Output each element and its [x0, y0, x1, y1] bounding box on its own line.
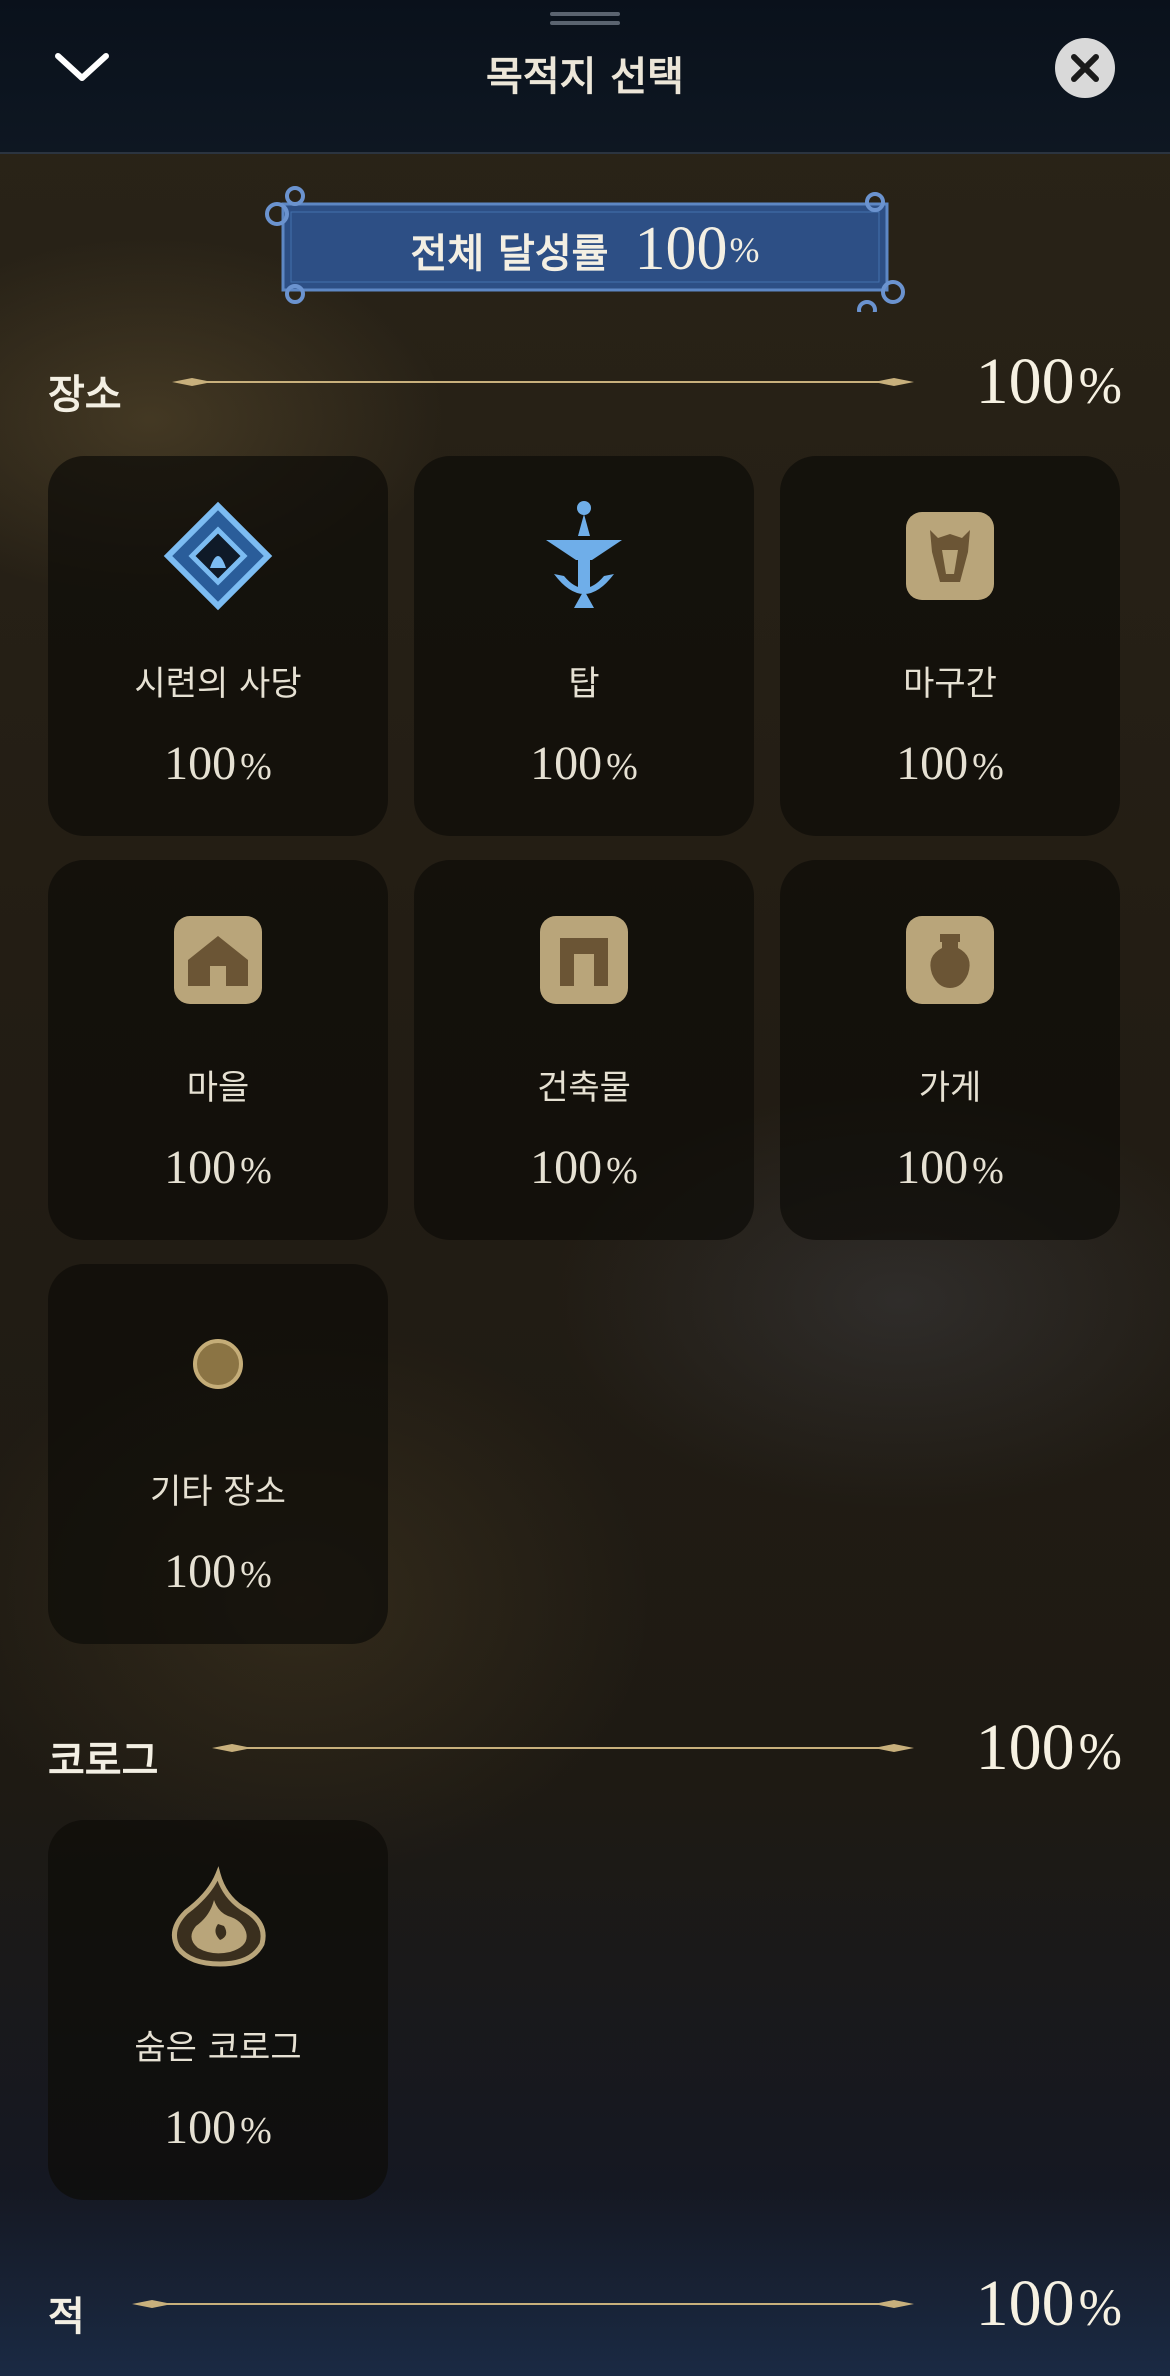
card-label: 기타 장소 — [150, 1472, 286, 1512]
category-card-stable[interactable]: 마구간 100% — [780, 456, 1120, 836]
category-card-shrine[interactable]: 시련의 사당 100% — [48, 456, 388, 836]
card-label: 가게 — [918, 1068, 982, 1108]
category-card-tower[interactable]: 탑 100% — [414, 456, 754, 836]
top-bar: 목적지 선택 — [0, 0, 1170, 154]
card-label: 숨은 코로그 — [134, 2028, 302, 2068]
section-title: 적 — [48, 2294, 85, 2340]
structure-icon — [540, 916, 628, 1004]
banner-label: 전체 달성률 — [410, 230, 609, 277]
overall-completion-banner: 전체 달성률 100% — [255, 182, 915, 312]
section-percent: 100% — [975, 345, 1122, 418]
category-card-hidden-korok[interactable]: 숨은 코로그 100% — [48, 1820, 388, 2200]
card-percent: 100% — [164, 1141, 272, 1194]
close-icon — [1071, 54, 1099, 82]
card-label: 건축물 — [537, 1068, 631, 1108]
category-card-village[interactable]: 마을 100% — [48, 860, 388, 1240]
card-percent: 100% — [530, 737, 638, 790]
shop-icon — [906, 916, 994, 1004]
village-icon — [174, 916, 262, 1004]
banner-value: 100 — [634, 215, 728, 283]
section-title: 코로그 — [48, 1738, 159, 1784]
section-title: 장소 — [48, 372, 122, 418]
section-header-locations: 장소 100% — [0, 340, 1170, 420]
close-button[interactable] — [1055, 38, 1115, 98]
section-header-enemies: 적 100% — [0, 2262, 1170, 2342]
category-card-shop[interactable]: 가게 100% — [780, 860, 1120, 1240]
stable-icon — [906, 512, 994, 600]
card-percent: 100% — [896, 737, 1004, 790]
divider-line — [132, 2300, 914, 2308]
category-card-structure[interactable]: 건축물 100% — [414, 860, 754, 1240]
divider-line — [212, 1744, 914, 1752]
card-label: 마을 — [186, 1068, 250, 1108]
korok-seed-icon — [171, 1866, 266, 1967]
section-header-korok: 코로그 100% — [0, 1706, 1170, 1786]
divider-line — [172, 378, 914, 386]
category-card-other-locations[interactable]: 기타 장소 100% — [48, 1264, 388, 1644]
banner-unit: % — [729, 229, 760, 270]
card-percent: 100% — [164, 2101, 272, 2154]
section-percent: 100% — [975, 2267, 1122, 2340]
card-percent: 100% — [530, 1141, 638, 1194]
other-location-icon — [193, 1339, 243, 1389]
page-title: 목적지 선택 — [486, 54, 684, 100]
card-percent: 100% — [896, 1141, 1004, 1194]
tower-icon — [546, 501, 622, 608]
card-label: 시련의 사당 — [134, 664, 302, 704]
card-percent: 100% — [164, 737, 272, 790]
card-percent: 100% — [164, 1545, 272, 1598]
section-percent: 100% — [975, 1711, 1122, 1784]
card-label: 탑 — [568, 664, 600, 704]
drag-handle[interactable] — [550, 12, 620, 26]
card-label: 마구간 — [903, 664, 997, 704]
shrine-icon — [163, 501, 273, 611]
